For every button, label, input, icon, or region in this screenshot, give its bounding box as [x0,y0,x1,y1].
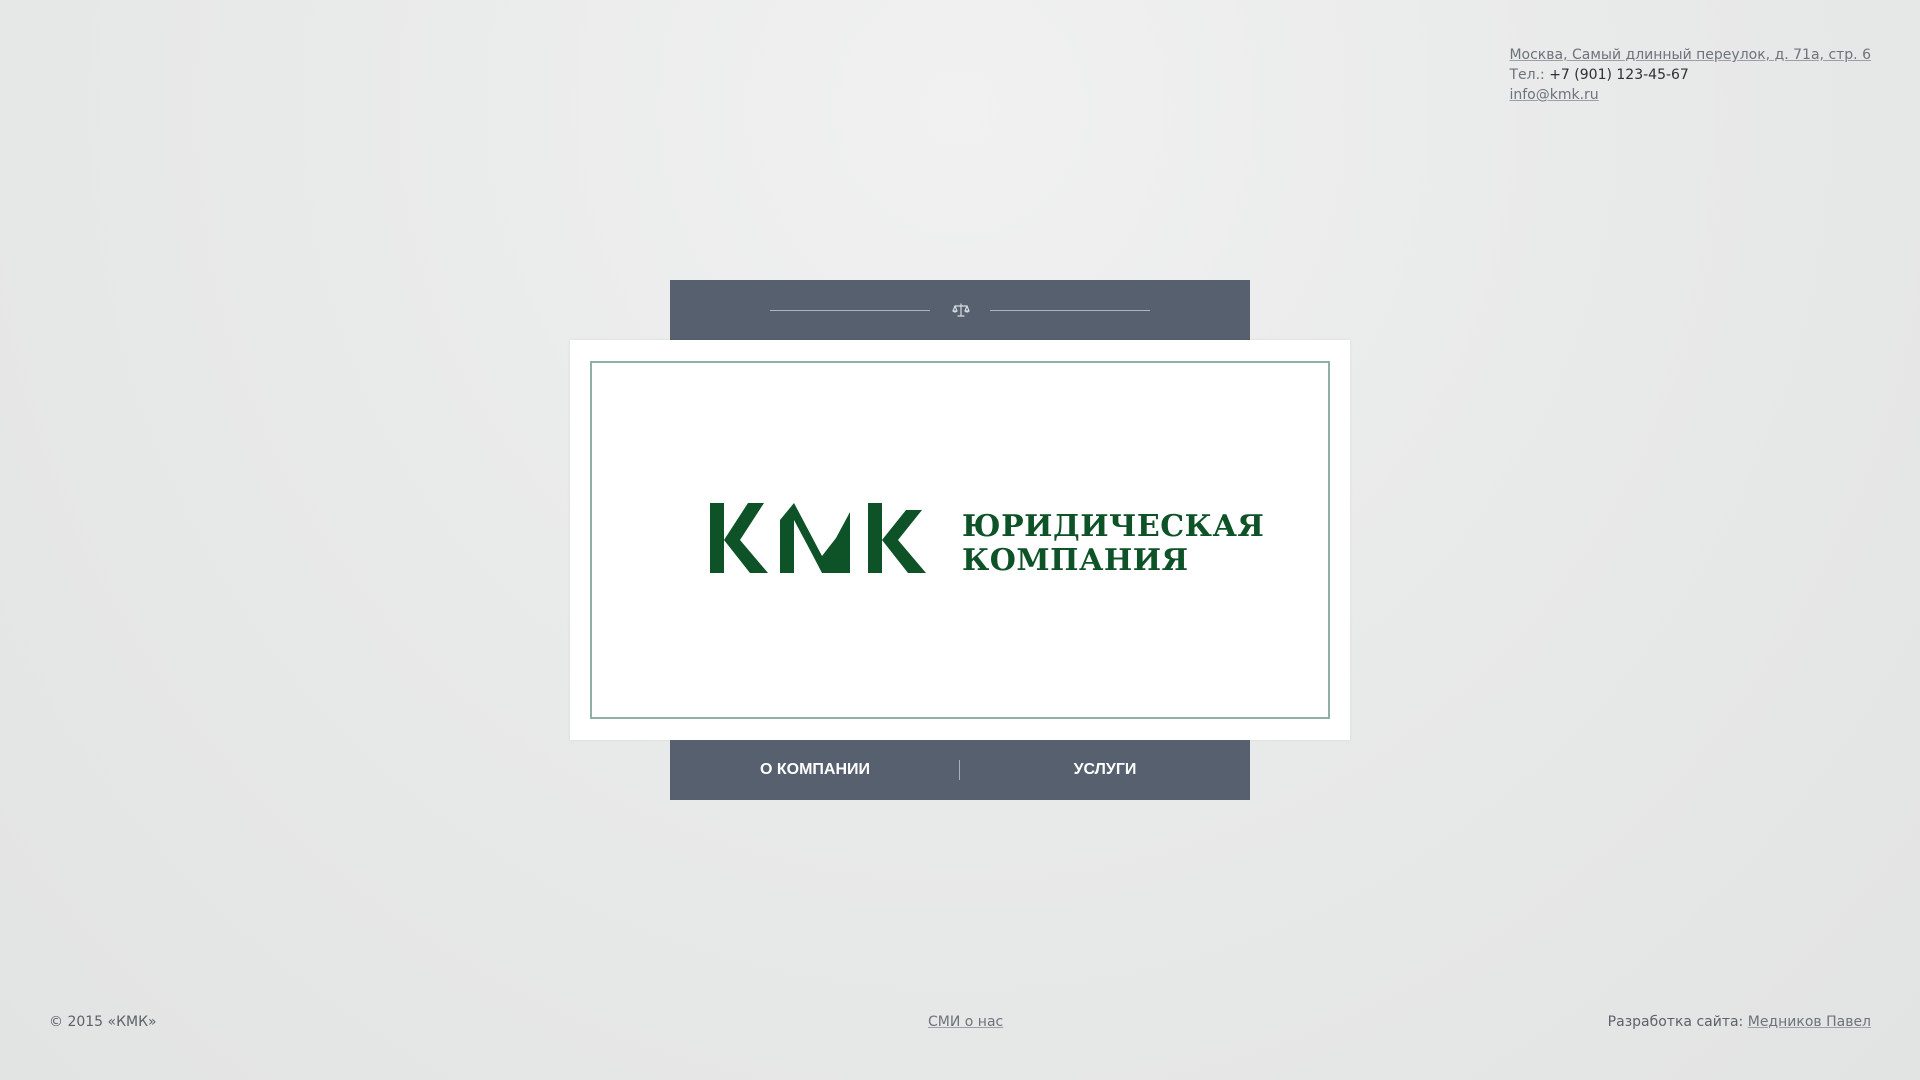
scales-icon [952,303,970,317]
header-tab [670,280,1250,340]
phone-label: Тел.: [1509,67,1550,83]
developer-credit: Разработка сайта: Медников Павел [1608,1012,1871,1032]
email-link[interactable]: info@kmk.ru [1509,87,1598,103]
kmk-logo-mark [710,503,926,573]
phone-value: +7 (901) 123-45-67 [1549,67,1689,83]
nav-services-link[interactable]: УСЛУГИ [960,740,1250,800]
contacts-block: Москва, Самый длинный переулок, д. 71а, … [1509,45,1871,105]
address-link[interactable]: Москва, Самый длинный переулок, д. 71а, … [1509,47,1871,63]
footer: © 2015 «КМК» СМИ о нас Разработка сайта:… [49,1012,1871,1032]
nav-about-link[interactable]: О КОМПАНИИ [670,740,960,800]
main-nav: О КОМПАНИИ УСЛУГИ [670,740,1250,800]
copyright-text: © 2015 «КМК» [49,1014,157,1030]
logo-card: ЮРИДИЧЕСКАЯ КОМПАНИЯ [570,340,1350,740]
company-name-line1: ЮРИДИЧЕСКАЯ [962,509,1265,544]
phone-line: Тел.: +7 (901) 123-45-67 [1509,65,1871,85]
media-link[interactable]: СМИ о нас [928,1012,1003,1032]
developer-link[interactable]: Медников Павел [1748,1014,1871,1030]
header-divider-left [770,310,930,311]
company-name: ЮРИДИЧЕСКАЯ КОМПАНИЯ [962,510,1264,578]
header-divider-right [990,310,1150,311]
company-name-line2: КОМПАНИЯ [962,543,1189,578]
developer-label: Разработка сайта: [1607,1014,1748,1030]
